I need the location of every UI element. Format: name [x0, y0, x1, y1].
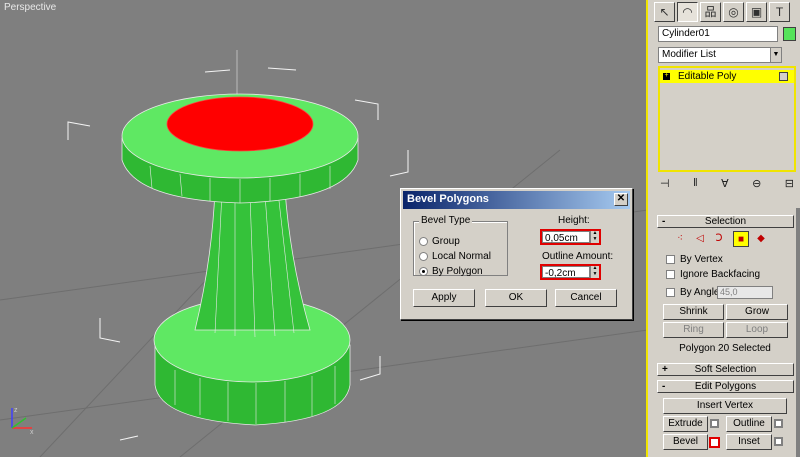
- radio-label-by-polygon: By Polygon: [432, 266, 483, 277]
- dialog-title-bar[interactable]: Bevel Polygons ✕: [403, 191, 630, 209]
- hierarchy-icon[interactable]: 品: [700, 2, 721, 22]
- outline-amount-label: Outline Amount:: [542, 251, 614, 262]
- selection-status: Polygon 20 Selected: [679, 343, 771, 354]
- radio-by-polygon[interactable]: By Polygon: [419, 266, 483, 277]
- outline-amount-spinner[interactable]: -0,2cm ▲ ▼: [540, 264, 601, 280]
- collapse-icon: -: [662, 216, 666, 227]
- height-label: Height:: [558, 215, 590, 226]
- object-color-swatch[interactable]: [783, 27, 796, 41]
- configure-modifier-sets-icon[interactable]: ⊟: [785, 177, 794, 195]
- expand-icon: +: [662, 364, 668, 375]
- bevel-settings-icon[interactable]: [709, 437, 720, 448]
- extrude-settings-icon[interactable]: [710, 419, 719, 428]
- chevron-down-icon[interactable]: ▼: [770, 48, 781, 62]
- stack-settings-icon[interactable]: [779, 72, 788, 81]
- radio-button-icon[interactable]: [419, 252, 428, 261]
- extrude-button[interactable]: Extrude: [663, 416, 708, 432]
- stack-toolbar: ⊣ ‖ ∀ ⊖ ⊟: [658, 177, 796, 195]
- insert-vertex-button[interactable]: Insert Vertex: [663, 398, 787, 414]
- selection-rollout-header[interactable]: - Selection: [657, 215, 794, 228]
- by-vertex-checkbox[interactable]: By Vertex: [666, 254, 723, 265]
- ok-button[interactable]: OK: [485, 289, 547, 307]
- object-name-field[interactable]: Cylinder01: [658, 26, 778, 42]
- checkbox-icon[interactable]: [666, 288, 675, 297]
- cylinder-top[interactable]: [121, 93, 359, 204]
- inset-button[interactable]: Inset: [726, 434, 772, 450]
- radio-local-normal[interactable]: Local Normal: [419, 251, 491, 262]
- radio-selected-icon[interactable]: [419, 267, 428, 276]
- close-icon[interactable]: ✕: [614, 193, 628, 206]
- rollout-title: Selection: [704, 216, 747, 227]
- radio-button-icon[interactable]: [419, 237, 428, 246]
- edge-mode-icon[interactable]: ◁: [692, 231, 708, 247]
- pin-stack-icon[interactable]: ⊣: [660, 177, 670, 195]
- outline-settings-icon[interactable]: [774, 419, 783, 428]
- by-angle-label: By Angle:: [680, 287, 723, 298]
- collapse-icon: -: [662, 381, 666, 392]
- display-icon[interactable]: ▣: [746, 2, 767, 22]
- dialog-title: Bevel Polygons: [407, 193, 489, 205]
- remove-modifier-icon[interactable]: ⊖: [752, 177, 761, 195]
- perspective-viewport[interactable]: Perspective z x Bevel Polygons ✕ Bevel T…: [0, 0, 648, 457]
- shrink-button[interactable]: Shrink: [663, 304, 724, 320]
- bevel-button[interactable]: Bevel: [663, 434, 708, 450]
- radio-group[interactable]: Group: [419, 236, 460, 247]
- ring-button[interactable]: Ring: [663, 322, 724, 338]
- modifier-stack[interactable]: + Editable Poly: [658, 66, 796, 172]
- spinner-arrows-icon[interactable]: ▲ ▼: [590, 266, 599, 278]
- outline-amount-input[interactable]: -0,2cm: [542, 266, 590, 279]
- apply-button[interactable]: Apply: [413, 289, 475, 307]
- create-icon[interactable]: ↖: [654, 2, 675, 22]
- loop-button[interactable]: Loop: [726, 322, 788, 338]
- modifier-list-dropdown[interactable]: Modifier List: [658, 47, 782, 63]
- cancel-button[interactable]: Cancel: [555, 289, 617, 307]
- svg-text:x: x: [30, 429, 34, 436]
- height-spinner[interactable]: 0,05cm ▲ ▼: [540, 229, 601, 245]
- utilities-icon[interactable]: T: [769, 2, 790, 22]
- make-unique-icon[interactable]: ∀: [721, 177, 729, 195]
- by-vertex-label: By Vertex: [680, 254, 723, 265]
- selected-polygon[interactable]: [166, 96, 314, 152]
- vertex-mode-icon[interactable]: ⁖: [672, 231, 688, 247]
- show-end-result-icon[interactable]: ‖: [693, 177, 698, 195]
- stack-item-editable-poly[interactable]: + Editable Poly: [660, 70, 794, 83]
- cylinder-stem[interactable]: [194, 189, 311, 338]
- outline-button[interactable]: Outline: [726, 416, 772, 432]
- border-mode-icon[interactable]: Ↄ: [711, 231, 727, 247]
- panel-scrollbar[interactable]: [796, 208, 800, 457]
- checkbox-icon[interactable]: [666, 255, 675, 264]
- rollout-title: Soft Selection: [694, 364, 757, 375]
- spinner-arrows-icon[interactable]: ▲ ▼: [590, 231, 599, 243]
- edit-polygons-rollout-header[interactable]: - Edit Polygons: [657, 380, 794, 393]
- ignore-backfacing-checkbox[interactable]: Ignore Backfacing: [666, 269, 760, 280]
- element-mode-icon[interactable]: ◆: [753, 231, 769, 247]
- rollout-title: Edit Polygons: [694, 381, 757, 392]
- svg-text:z: z: [14, 407, 18, 414]
- ignore-backfacing-label: Ignore Backfacing: [680, 269, 761, 280]
- radio-label-group: Group: [432, 236, 460, 247]
- modify-icon[interactable]: ◠: [677, 2, 698, 22]
- bevel-type-label: Bevel Type: [419, 215, 473, 226]
- grow-button[interactable]: Grow: [726, 304, 788, 320]
- soft-selection-rollout-header[interactable]: + Soft Selection: [657, 363, 794, 376]
- bevel-polygons-dialog[interactable]: Bevel Polygons ✕ Bevel Type Group Local …: [400, 188, 633, 320]
- expand-icon[interactable]: +: [663, 72, 670, 80]
- motion-icon[interactable]: ◎: [723, 2, 744, 22]
- by-angle-checkbox[interactable]: By Angle:: [666, 287, 722, 298]
- height-input[interactable]: 0,05cm: [542, 231, 590, 244]
- command-panel-tabs: ↖ ◠ 品 ◎ ▣ T: [650, 0, 800, 24]
- angle-threshold-input[interactable]: 45,0: [717, 286, 773, 299]
- axis-tripod-icon: z x: [11, 407, 34, 436]
- inset-settings-icon[interactable]: [774, 437, 783, 446]
- polygon-mode-icon[interactable]: ■: [733, 231, 749, 247]
- stack-item-label: Editable Poly: [678, 71, 737, 82]
- radio-label-local-normal: Local Normal: [432, 251, 491, 262]
- checkbox-icon[interactable]: [666, 270, 675, 279]
